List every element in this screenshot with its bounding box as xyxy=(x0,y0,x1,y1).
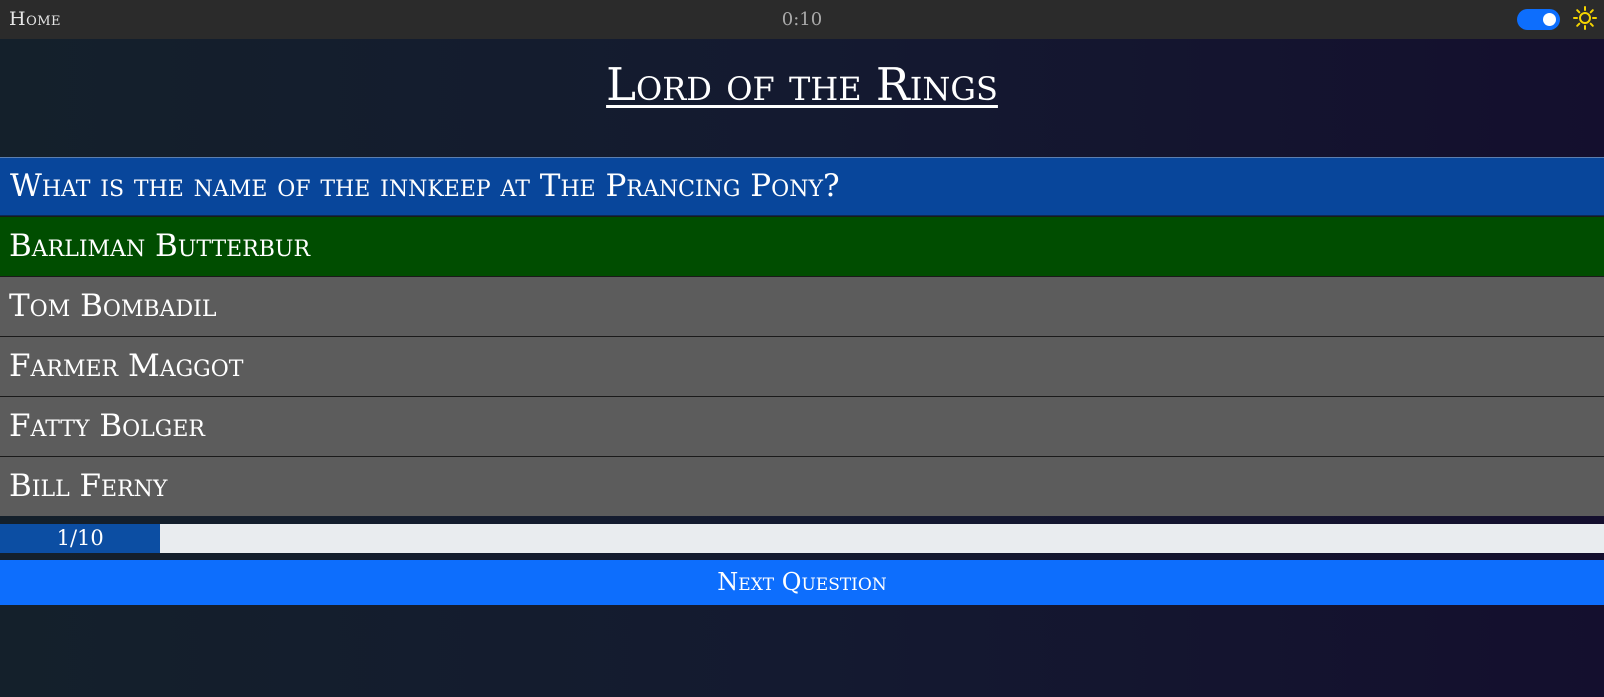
question-text: What is the name of the innkeep at The P… xyxy=(0,157,1604,216)
answer-option[interactable]: Barliman Butterbur xyxy=(0,216,1604,276)
answer-option[interactable]: Bill Ferny xyxy=(0,456,1604,516)
quiz-timer: 0:10 xyxy=(781,9,823,30)
top-navbar: Home 0:10 xyxy=(0,0,1604,39)
progress-bar: 1/10 xyxy=(0,524,1604,553)
toggle-knob xyxy=(1543,13,1556,26)
sun-icon[interactable] xyxy=(1572,5,1598,31)
theme-toggle-switch[interactable] xyxy=(1517,9,1560,30)
answer-option[interactable]: Fatty Bolger xyxy=(0,396,1604,456)
answer-option[interactable]: Tom Bombadil xyxy=(0,276,1604,336)
quiz-card: What is the name of the innkeep at The P… xyxy=(0,157,1604,516)
answer-option[interactable]: Farmer Maggot xyxy=(0,336,1604,396)
quiz-title: Lord of the Rings xyxy=(606,58,998,111)
next-question-button[interactable]: Next Question xyxy=(0,560,1604,605)
answer-list: Barliman Butterbur Tom Bombadil Farmer Mag… xyxy=(0,216,1604,516)
progress-fill: 1/10 xyxy=(0,524,161,553)
